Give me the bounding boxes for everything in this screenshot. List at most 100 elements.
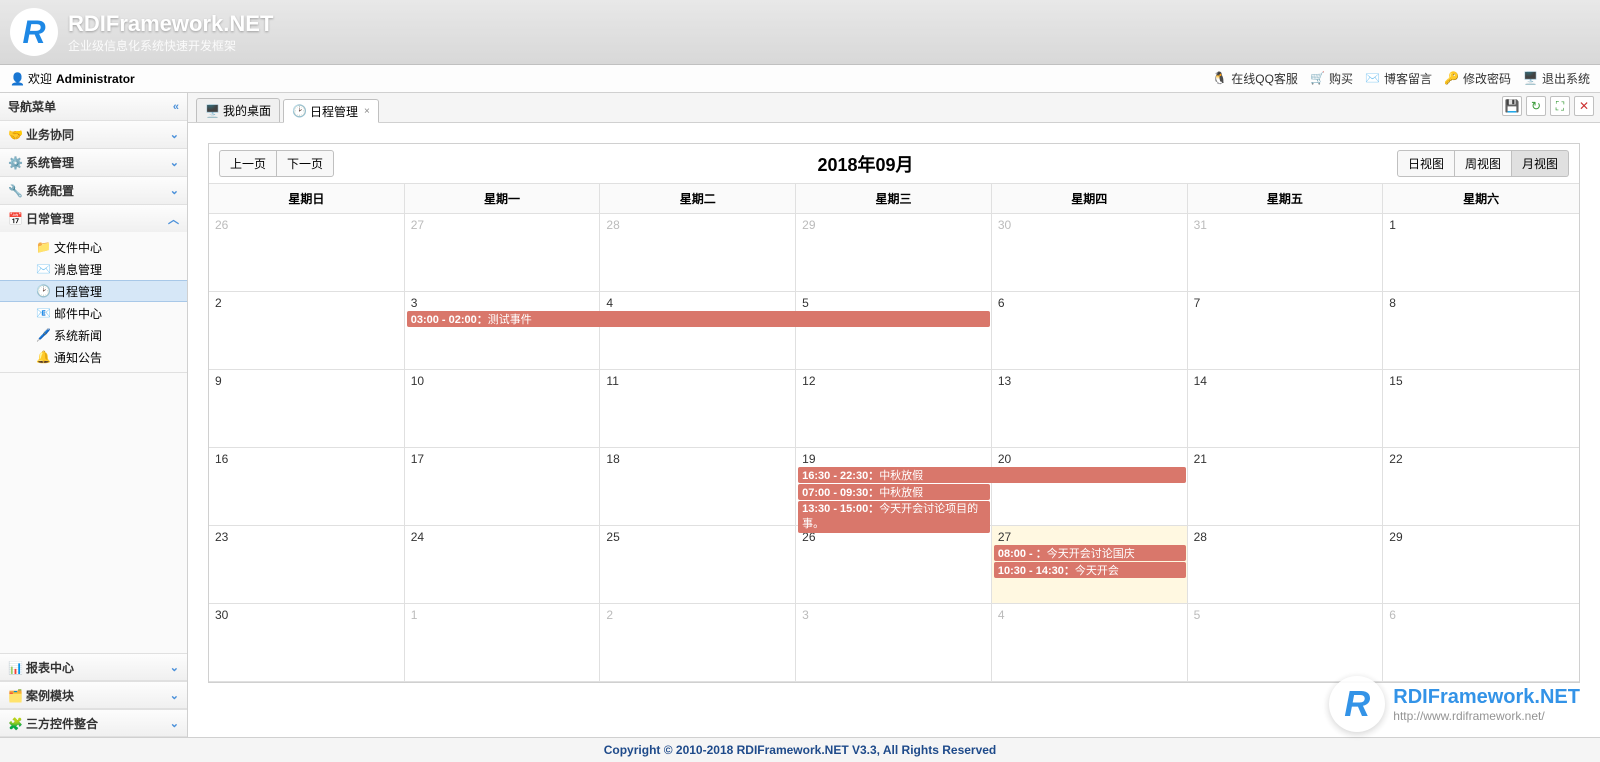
event-national-day[interactable]: 08:00 - ：今天开会讨论国庆 <box>994 545 1186 561</box>
view-month-button[interactable]: 月视图 <box>1512 150 1569 177</box>
event-meeting-today[interactable]: 10:30 - 14:30：今天开会 <box>994 562 1186 578</box>
event-test[interactable]: 03:00 - 02:00：测试事件 <box>407 311 990 327</box>
calendar-cell[interactable]: 26 <box>209 214 405 292</box>
calendar-cell[interactable]: 26 <box>796 526 992 604</box>
sidebar-group-report[interactable]: 📊报表中心 ⌄ <box>0 653 187 680</box>
calendar-cell[interactable]: 31 <box>1188 214 1384 292</box>
link-buy[interactable]: 🛒购买 <box>1310 70 1353 87</box>
calendar-cell[interactable]: 10 <box>405 370 601 448</box>
event-midautumn-2[interactable]: 07:00 - 09:30：中秋放假 <box>798 484 990 500</box>
day-number: 3 <box>802 608 809 622</box>
calendar-cell[interactable]: 30 <box>992 214 1188 292</box>
day-number: 1 <box>411 608 418 622</box>
welcome-bar: 👤 欢迎 Administrator 🐧在线QQ客服 🛒购买 ✉️博客留言 🔑修… <box>0 65 1600 93</box>
day-number: 1 <box>1389 218 1396 232</box>
calendar-cell[interactable]: 27 <box>405 214 601 292</box>
calendar-cell[interactable]: 2 <box>600 604 796 682</box>
link-pwd[interactable]: 🔑修改密码 <box>1444 70 1511 87</box>
link-qq[interactable]: 🐧在线QQ客服 <box>1212 70 1298 87</box>
calendar-cell[interactable]: 29 <box>1383 526 1579 604</box>
view-day-button[interactable]: 日视图 <box>1397 150 1455 177</box>
calendar-cell[interactable]: 4 <box>600 292 796 370</box>
calendar-cell[interactable]: 2 <box>209 292 405 370</box>
sidebar-group-sys-mgmt[interactable]: ⚙️系统管理 ⌄ <box>0 149 187 176</box>
link-exit[interactable]: 🖥️退出系统 <box>1523 70 1590 87</box>
calendar-cell[interactable]: 28 <box>600 214 796 292</box>
tool-save-icon[interactable]: 💾 <box>1502 96 1522 116</box>
sidebar-item-mail[interactable]: 📧邮件中心 <box>0 302 187 324</box>
calendar-cell[interactable]: 23 <box>209 526 405 604</box>
day-number: 3 <box>411 296 418 310</box>
sidebar-item-msg[interactable]: ✉️消息管理 <box>0 258 187 280</box>
calendar-cell[interactable]: 28 <box>1188 526 1384 604</box>
calendar-cell[interactable]: 1 <box>405 604 601 682</box>
calendar-cell[interactable]: 15 <box>1383 370 1579 448</box>
calendar-cell[interactable]: 1 <box>1383 214 1579 292</box>
sidebar-item-news[interactable]: 🖊️系统新闻 <box>0 324 187 346</box>
chevron-up-icon: ︿ <box>168 211 179 227</box>
feather-icon: 🖊️ <box>36 328 50 342</box>
tool-fullscreen-icon[interactable]: ⛶ <box>1550 96 1570 116</box>
calendar-cell[interactable]: 22 <box>1383 448 1579 526</box>
sidebar-group-thirdparty[interactable]: 🧩三方控件整合 ⌄ <box>0 709 187 736</box>
calendar-cell[interactable]: 29 <box>796 214 992 292</box>
chevron-left-icon: « <box>173 101 179 113</box>
calendar-cell[interactable]: 9 <box>209 370 405 448</box>
calendar-next-button[interactable]: 下一页 <box>276 150 334 177</box>
calendar-cell[interactable]: 20 <box>992 448 1188 526</box>
sidebar-group-example[interactable]: 🗂️案例模块 ⌄ <box>0 681 187 708</box>
tool-refresh-icon[interactable]: ↻ <box>1526 96 1546 116</box>
day-number: 16 <box>215 452 228 466</box>
tool-close-icon[interactable]: ✕ <box>1574 96 1594 116</box>
content-area: 🖥️ 我的桌面 🕑 日程管理 × 💾 ↻ ⛶ ✕ 上一页 下一页 <box>188 93 1600 737</box>
tab-schedule[interactable]: 🕑 日程管理 × <box>283 99 379 123</box>
calendar-icon: 📅 <box>8 212 22 226</box>
sidebar-group-biz[interactable]: 🤝业务协同 ⌄ <box>0 121 187 148</box>
tab-desktop[interactable]: 🖥️ 我的桌面 <box>196 98 280 122</box>
calendar-cell[interactable]: 24 <box>405 526 601 604</box>
calendar-cell[interactable]: 11 <box>600 370 796 448</box>
day-number: 10 <box>411 374 424 388</box>
day-number: 19 <box>802 452 815 466</box>
calendar-cell[interactable]: 3 <box>796 604 992 682</box>
brand-name: RDIFramework.NET <box>68 11 273 37</box>
sidebar-group-daily[interactable]: 📅日常管理 ︿ <box>0 205 187 232</box>
calendar-cell[interactable]: 13 <box>992 370 1188 448</box>
close-icon[interactable]: × <box>364 106 370 117</box>
event-midautumn-1[interactable]: 16:30 - 22:30：中秋放假 <box>798 467 1185 483</box>
sidebar-group-sys-cfg[interactable]: 🔧系统配置 ⌄ <box>0 177 187 204</box>
calendar-prev-button[interactable]: 上一页 <box>219 150 276 177</box>
event-meeting-project[interactable]: 13:30 - 15:00：今天开会讨论项目的事。 <box>798 501 990 533</box>
day-number: 18 <box>606 452 619 466</box>
calendar-cell[interactable]: 3 <box>405 292 601 370</box>
sidebar-nav-title[interactable]: 导航菜单 « <box>0 93 187 120</box>
day-number: 31 <box>1194 218 1207 232</box>
calendar-cell[interactable]: 17 <box>405 448 601 526</box>
calendar-cell[interactable]: 18 <box>600 448 796 526</box>
calendar-cell[interactable]: 8 <box>1383 292 1579 370</box>
link-blog[interactable]: ✉️博客留言 <box>1365 70 1432 87</box>
day-number: 4 <box>998 608 1005 622</box>
calendar-cell[interactable]: 7 <box>1188 292 1384 370</box>
day-number: 8 <box>1389 296 1396 310</box>
calendar-cell[interactable]: 5 <box>1188 604 1384 682</box>
sidebar-item-file[interactable]: 📁文件中心 <box>0 236 187 258</box>
day-number: 24 <box>411 530 424 544</box>
view-week-button[interactable]: 周视图 <box>1455 150 1512 177</box>
calendar-cell[interactable]: 6 <box>1383 604 1579 682</box>
sidebar-item-notice[interactable]: 🔔通知公告 <box>0 346 187 368</box>
calendar-cell[interactable]: 4 <box>992 604 1188 682</box>
calendar-cell[interactable]: 16 <box>209 448 405 526</box>
calendar-cell[interactable]: 25 <box>600 526 796 604</box>
day-number: 2 <box>215 296 222 310</box>
calendar-cell[interactable]: 21 <box>1188 448 1384 526</box>
calendar-cell[interactable]: 14 <box>1188 370 1384 448</box>
calendar-cell[interactable]: 5 <box>796 292 992 370</box>
calendar-cell[interactable]: 6 <box>992 292 1188 370</box>
day-number: 14 <box>1194 374 1207 388</box>
sidebar-item-schedule[interactable]: 🕑日程管理 <box>0 280 187 302</box>
day-number: 27 <box>411 218 424 232</box>
calendar-cell[interactable]: 30 <box>209 604 405 682</box>
calendar-cell[interactable]: 12 <box>796 370 992 448</box>
clock-icon: 🕑 <box>292 104 306 118</box>
